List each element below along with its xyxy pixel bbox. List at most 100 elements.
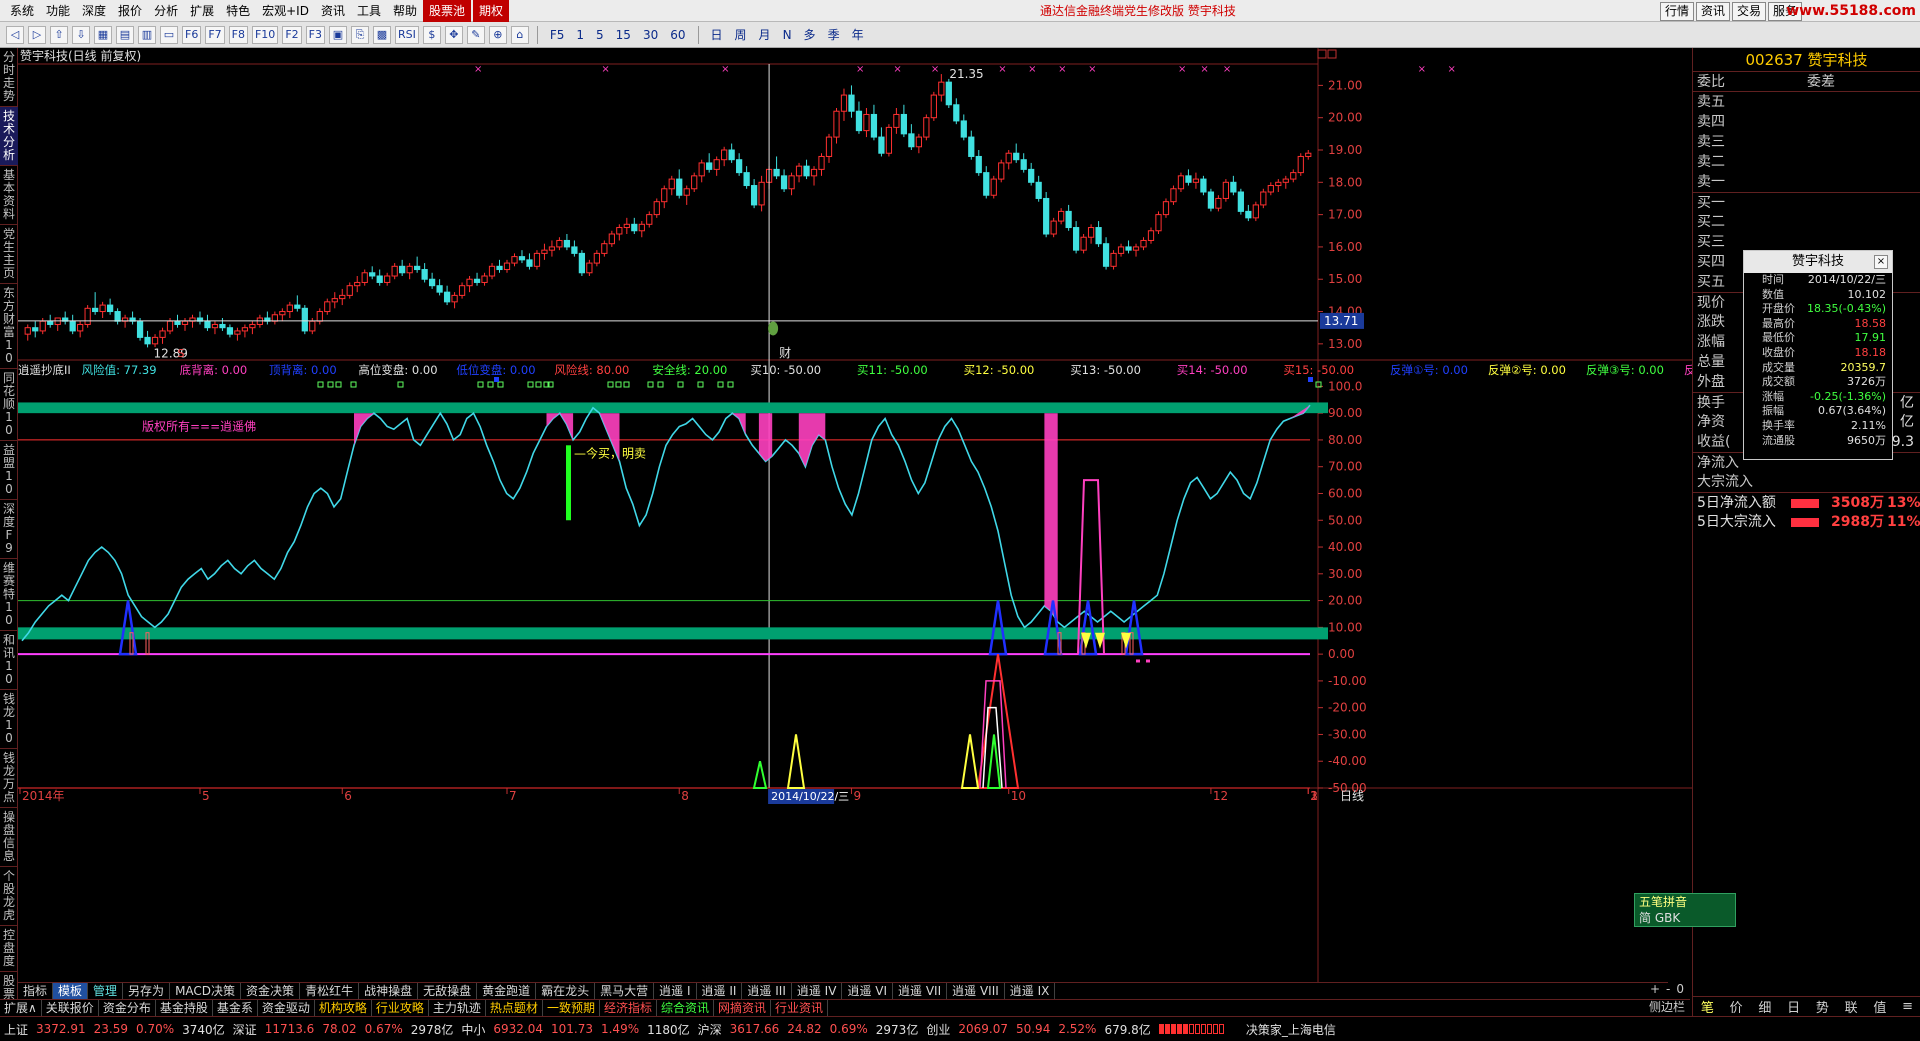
formula-tab-9[interactable]: 黄金跑道 <box>477 982 537 1000</box>
menu-item-4[interactable]: 分析 <box>148 0 184 22</box>
zoom-button-2[interactable]: 0 <box>1676 982 1684 999</box>
menu-right-button-2[interactable]: 交易 <box>1731 2 1766 21</box>
period-button-0[interactable]: F5 <box>544 28 571 42</box>
unit-button-5[interactable]: 季 <box>822 26 846 43</box>
bottom-tab-9[interactable]: 热点题材 <box>486 999 543 1017</box>
left-tab-2[interactable]: 基本资料 <box>0 166 18 225</box>
formula-tab-0[interactable]: 指标 <box>18 982 54 1000</box>
quote-tab-1[interactable]: 价 <box>1730 997 1743 1016</box>
menu-right-button-1[interactable]: 资讯 <box>1695 2 1730 21</box>
menu-item-3[interactable]: 报价 <box>112 0 148 22</box>
menu-item-6[interactable]: 特色 <box>220 0 256 22</box>
bottom-tab-3[interactable]: 基金持股 <box>156 999 213 1017</box>
left-tab-13[interactable]: 个股龙虎 <box>0 867 18 926</box>
period-button-3[interactable]: 15 <box>610 28 637 42</box>
toolbar-icon-8[interactable]: F6 <box>182 25 202 44</box>
menu-item-7[interactable]: 宏观+ID <box>256 0 315 22</box>
bottom-tab-10[interactable]: 一致预期 <box>543 999 600 1017</box>
formula-tab-6[interactable]: 青松红牛 <box>300 982 360 1000</box>
left-tab-9[interactable]: 和讯10 <box>0 631 18 690</box>
formula-tab-16[interactable]: 逍遥 VI <box>842 982 894 1000</box>
toolbar-icon-12[interactable]: F2 <box>282 25 302 44</box>
left-tab-11[interactable]: 钱龙万点 <box>0 749 18 808</box>
bottom-tab-12[interactable]: 综合资讯 <box>657 999 714 1017</box>
formula-tab-19[interactable]: 逍遥 IX <box>1005 982 1056 1000</box>
bottom-tab-0[interactable]: 扩展∧ <box>0 999 42 1017</box>
menu-item-8[interactable]: 资讯 <box>315 0 351 22</box>
toolbar-icon-15[interactable]: ⎘ <box>350 25 369 44</box>
bottom-tab-5[interactable]: 资金驱动 <box>258 999 315 1017</box>
toolbar-icon-7[interactable]: ▭ <box>160 25 178 44</box>
bottom-tab-4[interactable]: 基金系 <box>213 999 258 1017</box>
menu-item-9[interactable]: 工具 <box>351 0 387 22</box>
formula-tab-3[interactable]: 另存为 <box>123 982 171 1000</box>
menu-item-10[interactable]: 帮助 <box>387 0 423 22</box>
formula-tab-4[interactable]: MACD决策 <box>170 982 242 1000</box>
period-button-4[interactable]: 30 <box>637 28 664 42</box>
input-method-panel[interactable]: 五笔拼音 简 GBK <box>1634 893 1736 927</box>
period-button-2[interactable]: 5 <box>590 28 610 42</box>
formula-tab-12[interactable]: 逍遥 I <box>654 982 697 1000</box>
close-icon[interactable]: × <box>1874 255 1888 269</box>
menu-item-2[interactable]: 深度 <box>76 0 112 22</box>
formula-tab-15[interactable]: 逍遥 IV <box>792 982 843 1000</box>
unit-button-4[interactable]: 多 <box>798 26 822 43</box>
quote-tab-0[interactable]: 笔 <box>1701 997 1714 1016</box>
left-tab-0[interactable]: 分时走势 <box>0 48 18 107</box>
toolbar-icon-11[interactable]: F10 <box>251 25 279 44</box>
menu-highlight-1[interactable]: 期权 <box>473 0 510 22</box>
toolbar-icon-21[interactable]: ⊕ <box>488 25 507 44</box>
zoom-button-0[interactable]: + <box>1650 982 1660 999</box>
toolbar-icon-9[interactable]: F7 <box>205 25 225 44</box>
menu-item-1[interactable]: 功能 <box>40 0 76 22</box>
menu-highlight-0[interactable]: 股票池 <box>423 0 472 22</box>
toolbar-icon-5[interactable]: ▤ <box>116 25 134 44</box>
bottom-tab-6[interactable]: 机构攻略 <box>315 999 372 1017</box>
toolbar-icon-17[interactable]: RSI <box>394 25 419 44</box>
wubi-line2[interactable]: 简 GBK <box>1635 910 1735 926</box>
period-button-5[interactable]: 60 <box>664 28 691 42</box>
left-tab-5[interactable]: 同花顺10 <box>0 369 18 441</box>
toolbar-icon-18[interactable]: $ <box>422 25 441 44</box>
bottom-tab-11[interactable]: 经济指标 <box>600 999 657 1017</box>
toolbar-icon-10[interactable]: F8 <box>228 25 248 44</box>
quote-tab-5[interactable]: 联 <box>1845 997 1858 1016</box>
left-tab-3[interactable]: 党生主页 <box>0 225 18 284</box>
formula-tab-5[interactable]: 资金决策 <box>241 982 301 1000</box>
wubi-line1[interactable]: 五笔拼音 <box>1635 894 1735 910</box>
left-tab-10[interactable]: 钱龙10 <box>0 690 18 749</box>
period-button-1[interactable]: 1 <box>570 28 590 42</box>
toolbar-icon-16[interactable]: ▩ <box>372 25 391 44</box>
toolbar-icon-14[interactable]: ▣ <box>328 25 347 44</box>
toolbar-icon-1[interactable]: ▷ <box>28 25 46 44</box>
left-tab-1[interactable]: 技术分析 <box>0 107 18 166</box>
unit-button-3[interactable]: N <box>777 28 798 42</box>
quote-tab-7[interactable]: ≡ <box>1902 999 1913 1014</box>
formula-tab-8[interactable]: 无敌操盘 <box>418 982 478 1000</box>
toolbar-icon-13[interactable]: F3 <box>305 25 325 44</box>
menu-right-button-0[interactable]: 行情 <box>1659 2 1694 21</box>
toolbar-icon-6[interactable]: ▥ <box>138 25 156 44</box>
unit-button-0[interactable]: 日 <box>705 26 729 43</box>
unit-button-1[interactable]: 周 <box>729 26 753 43</box>
quote-tab-4[interactable]: 势 <box>1816 997 1829 1016</box>
formula-tab-1[interactable]: 模板 <box>53 982 89 1000</box>
unit-button-2[interactable]: 月 <box>753 26 777 43</box>
info-window-title[interactable]: 赞宇科技 × <box>1744 251 1892 273</box>
left-tab-7[interactable]: 深度F9 <box>0 500 18 559</box>
toolbar-icon-3[interactable]: ⇩ <box>72 25 90 44</box>
toolbar-icon-22[interactable]: ⌂ <box>510 25 529 44</box>
kline-chart[interactable]: 赞宇科技(日线 前复权) 21.00 20.00 19.00 18.00 17.00 16.… <box>18 48 1692 982</box>
toolbar-icon-20[interactable]: ✎ <box>466 25 485 44</box>
toolbar-icon-19[interactable]: ✥ <box>444 25 463 44</box>
bottom-tab-1[interactable]: 关联报价 <box>42 999 99 1017</box>
bottom-tab-13[interactable]: 网摘资讯 <box>714 999 771 1017</box>
quote-tab-6[interactable]: 值 <box>1873 997 1886 1016</box>
formula-tab-2[interactable]: 管理 <box>88 982 124 1000</box>
bottom-tab-8[interactable]: 主力轨迹 <box>429 999 486 1017</box>
toolbar-icon-0[interactable]: ◁ <box>6 25 24 44</box>
unit-button-6[interactable]: 年 <box>846 26 870 43</box>
candle-info-window[interactable]: 赞宇科技 × 时间 2014/10/22/三 数值 10.102 开盘价 18.35(-0… <box>1743 250 1893 460</box>
left-tab-8[interactable]: 维赛特10 <box>0 559 18 631</box>
bottom-tab-2[interactable]: 资金分布 <box>99 999 156 1017</box>
